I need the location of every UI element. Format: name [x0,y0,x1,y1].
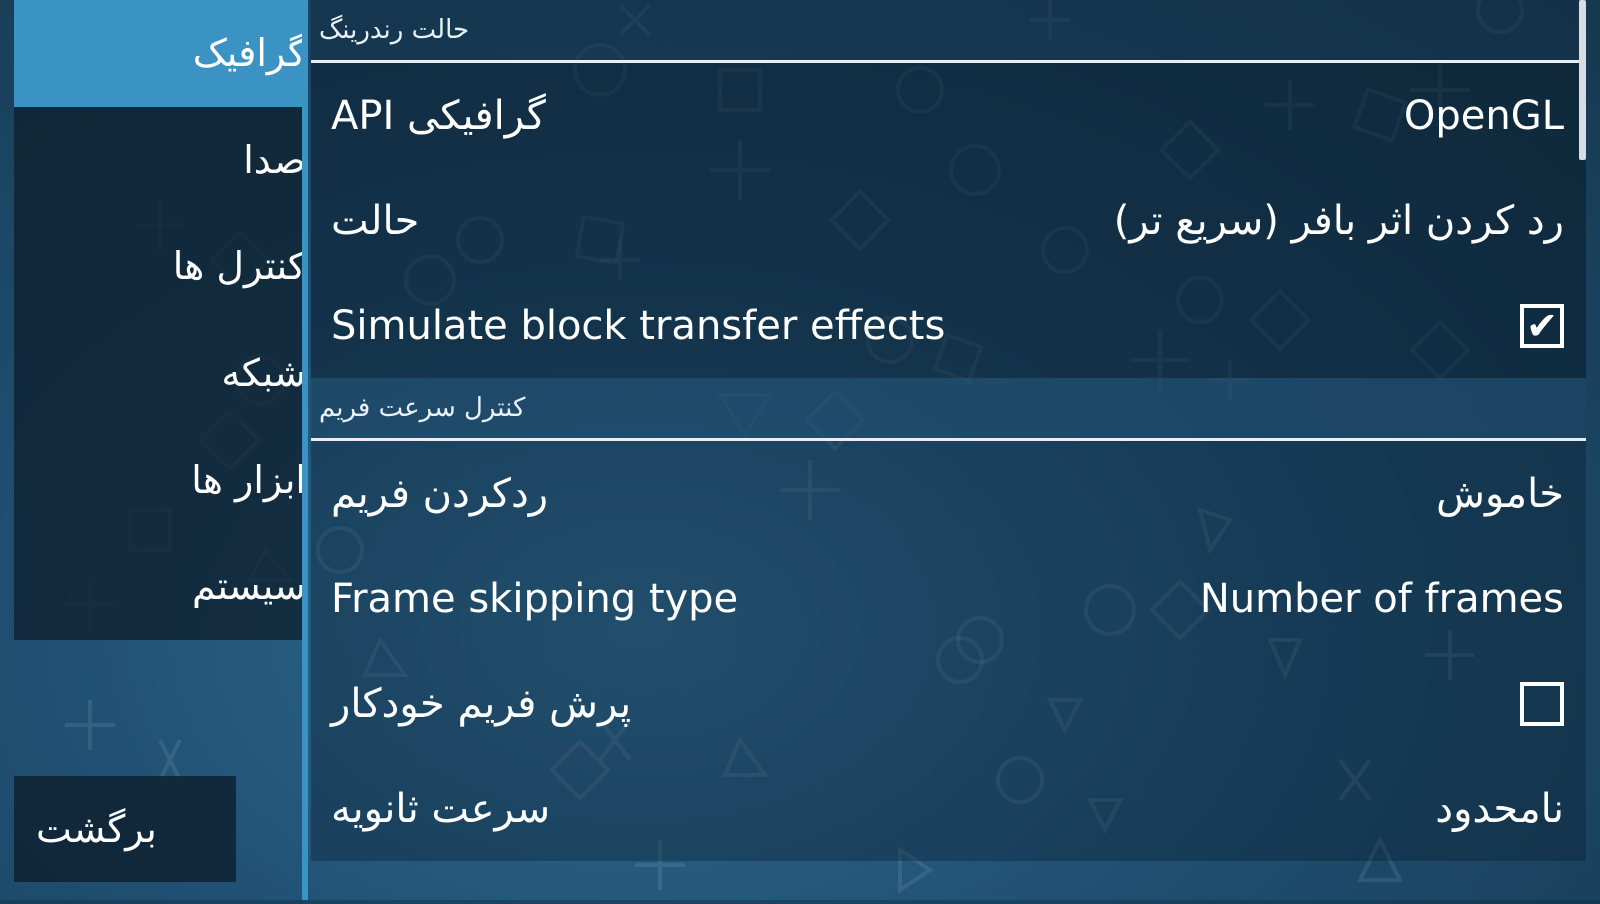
section-header-rendering-mode: حالت رندرینگ [311,0,1586,63]
setting-value: OpenGL [1403,92,1564,139]
section-header-frame-rate-control: کنترل سرعت فریم [311,378,1586,441]
setting-label: Frame skipping type [331,575,739,622]
settings-sidebar: گرافیک صدا کنترل ها شبکه ابزار ها سیستم [14,0,306,640]
setting-label: حالت [331,197,420,244]
sidebar-item-label: صدا [243,137,306,182]
sidebar-item-audio[interactable]: صدا [14,107,306,214]
sidebar-item-system[interactable]: سیستم [14,533,306,640]
setting-row-frame-skipping-type[interactable]: Frame skipping type Number of frames [311,546,1586,651]
back-button[interactable]: برگشت [14,776,236,882]
auto-frameskip-checkbox[interactable] [1520,681,1564,726]
setting-row-mode[interactable]: حالت رد کردن اثر بافر (سریع تر) [311,168,1586,273]
setting-row-graphics-api[interactable]: API گرافیکی OpenGL [311,63,1586,168]
check-icon: ✔ [1526,303,1558,348]
setting-row-auto-frameskip[interactable]: پرش فریم خودکار [311,651,1586,756]
setting-row-alternative-speed[interactable]: سرعت ثانویه نامحدود [311,756,1586,861]
settings-pane: حالت رندرینگ API گرافیکی OpenGL حالت رد … [311,0,1586,900]
setting-row-simulate-block-transfer[interactable]: Simulate block transfer effects ✔ [311,273,1586,378]
section-title: حالت رندرینگ [319,15,470,45]
setting-row-frame-skipping[interactable]: ردکردن فریم خاموش [311,441,1586,546]
sidebar-divider [302,0,308,900]
setting-value: نامحدود [1435,785,1564,832]
sidebar-item-label: سیستم [192,564,306,609]
setting-value: خاموش [1436,470,1564,517]
settings-scrollbar[interactable] [1579,0,1586,160]
sidebar-item-label: کنترل ها [172,244,306,289]
settings-category-list: گرافیک صدا کنترل ها شبکه ابزار ها سیستم [14,0,306,640]
setting-label: ردکردن فریم [331,470,549,517]
sidebar-item-tools[interactable]: ابزار ها [14,426,306,533]
simulate-block-transfer-checkbox[interactable]: ✔ [1520,303,1564,348]
sidebar-item-controls[interactable]: کنترل ها [14,213,306,320]
setting-label: Simulate block transfer effects [331,302,946,349]
sidebar-item-label: گرافیک [192,31,306,76]
setting-value: Number of frames [1199,575,1564,622]
sidebar-item-label: شبکه [221,351,306,396]
sidebar-item-network[interactable]: شبکه [14,320,306,427]
setting-label: API گرافیکی [331,92,546,139]
section-title: کنترل سرعت فریم [319,393,526,423]
sidebar-item-label: ابزار ها [191,457,306,502]
setting-label: پرش فریم خودکار [331,680,632,727]
section-rendering-mode: API گرافیکی OpenGL حالت رد کردن اثر بافر… [311,63,1586,378]
sidebar-item-graphics[interactable]: گرافیک [14,0,306,107]
setting-value: رد کردن اثر بافر (سریع تر) [1113,197,1564,244]
section-frame-rate-control: ردکردن فریم خاموش Frame skipping type Nu… [311,441,1586,861]
back-button-label: برگشت [36,807,157,851]
setting-label: سرعت ثانویه [331,785,551,832]
